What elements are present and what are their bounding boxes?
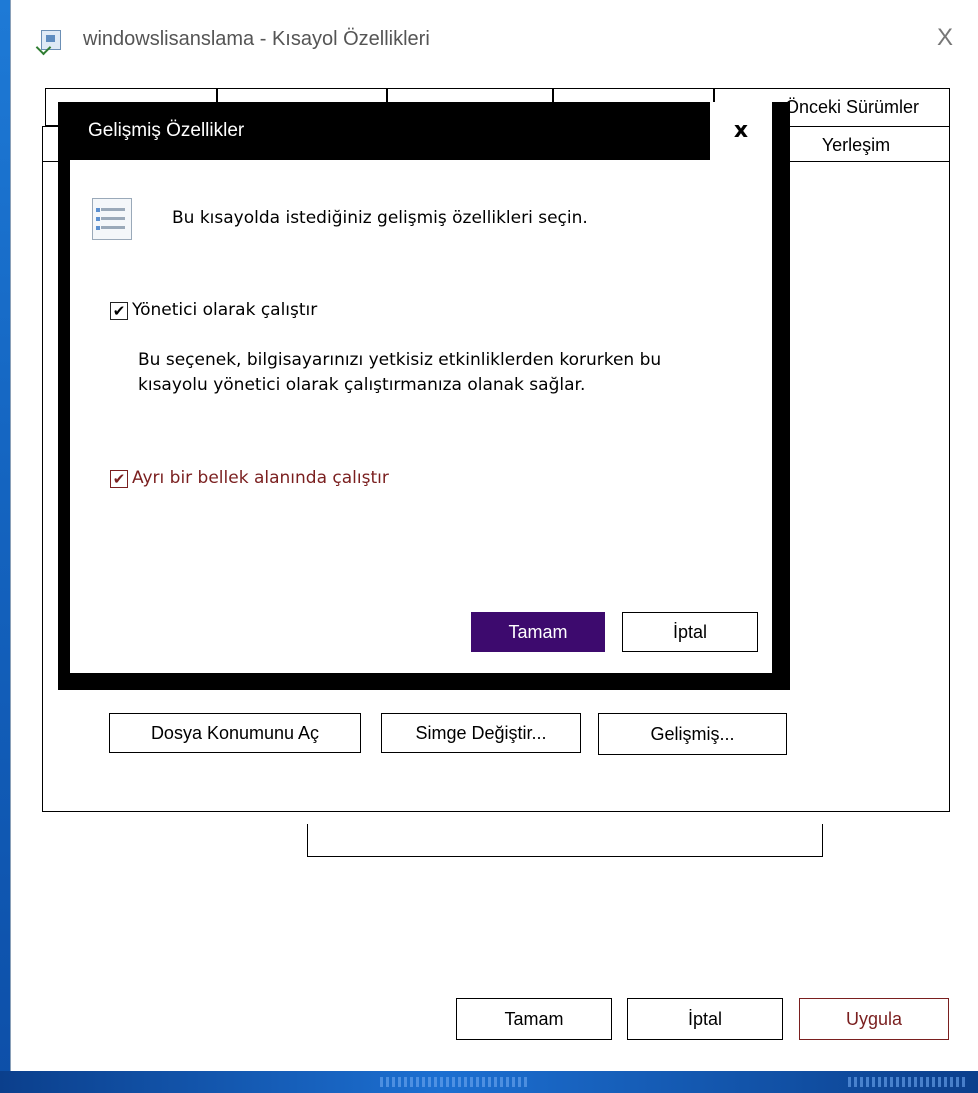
shortcut-icon	[41, 30, 61, 50]
taskbar	[0, 1071, 978, 1093]
description-line: kısayolu yönetici olarak çalıştırmanıza …	[138, 375, 586, 395]
tab-layout-label: Yerleşim	[821, 135, 891, 155]
dialog-body: Bu kısayolda istediğiniz gelişmiş özelli…	[70, 160, 772, 673]
dialog-cancel-button[interactable]: İptal	[622, 612, 758, 652]
separate-memory-checkbox[interactable]: ✔	[110, 470, 128, 488]
run-as-admin-description: Bu seçenek, bilgisayarınızı yetkisiz etk…	[138, 348, 738, 398]
advanced-button[interactable]: Gelişmiş...	[598, 713, 787, 755]
window-title: windowslisanslama - Kısayol Özellikleri	[83, 28, 430, 50]
dialog-intro-text: Bu kısayolda istediğiniz gelişmiş özelli…	[172, 208, 588, 228]
run-as-admin-checkbox[interactable]: ✔	[110, 302, 128, 320]
taskbar-tray[interactable]	[848, 1077, 968, 1087]
dialog-ok-button[interactable]: Tamam	[471, 612, 605, 652]
dialog-title: Gelişmiş Özellikler	[88, 120, 245, 141]
taskbar-item[interactable]	[380, 1077, 530, 1087]
advanced-properties-dialog: Gelişmiş Özellikler x Bu kısayolda isted…	[58, 102, 790, 690]
separate-memory-label[interactable]: Ayrı bir bellek alanında çalıştır	[132, 468, 389, 488]
titlebar: windowslisanslama - Kısayol Özellikleri …	[11, 0, 978, 80]
checklist-icon	[92, 198, 132, 240]
open-file-location-button[interactable]: Dosya Konumunu Aç	[109, 713, 361, 753]
apply-button[interactable]: Uygula	[799, 998, 949, 1040]
comment-field-frame	[307, 824, 823, 857]
dialog-close-button[interactable]: x	[710, 102, 772, 160]
ok-button[interactable]: Tamam	[456, 998, 612, 1040]
run-as-admin-label[interactable]: Yönetici olarak çalıştır	[132, 300, 317, 320]
close-window-button[interactable]: X	[937, 24, 953, 52]
description-line: Bu seçenek, bilgisayarınızı yetkisiz etk…	[138, 350, 662, 370]
cancel-button[interactable]: İptal	[627, 998, 783, 1040]
change-icon-button[interactable]: Simge Değiştir...	[381, 713, 581, 753]
